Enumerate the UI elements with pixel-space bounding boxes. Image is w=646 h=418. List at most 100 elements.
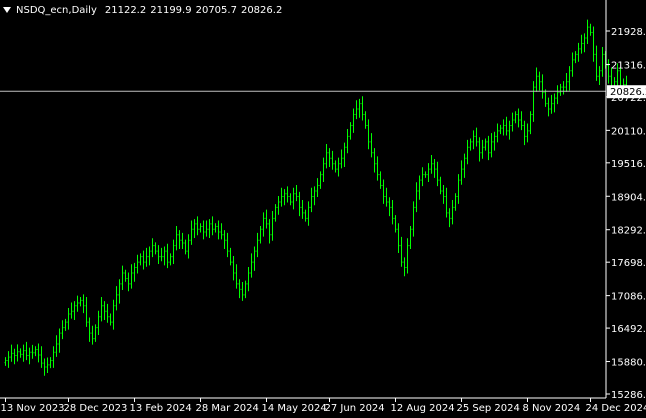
ohlc-bar bbox=[305, 210, 307, 222]
ohlc-bar bbox=[113, 300, 115, 330]
ohlc-bar bbox=[389, 197, 391, 216]
ohlc-bar bbox=[563, 81, 565, 94]
ohlc-bar bbox=[92, 326, 94, 345]
ohlc-bar bbox=[608, 59, 610, 83]
ohlc-bar bbox=[284, 189, 286, 205]
symbol-label: NSDQ_ecn,Daily bbox=[16, 5, 97, 16]
ohlc-bar bbox=[206, 221, 208, 237]
ohlc-bar bbox=[101, 297, 103, 321]
ohlc-bar bbox=[104, 301, 106, 320]
ohlc-bar bbox=[293, 188, 295, 210]
ohlc-bar bbox=[533, 81, 535, 122]
chart-header: NSDQ_ecn,Daily 21122.2 21199.9 20705.7 2… bbox=[3, 3, 286, 17]
ohlc-bar bbox=[509, 121, 511, 140]
ohlc-bar bbox=[200, 223, 202, 232]
ohlc-bar bbox=[167, 244, 169, 268]
ohlc-bar bbox=[230, 248, 232, 265]
ohlc-bar bbox=[323, 158, 325, 182]
ohlc-bar bbox=[431, 155, 433, 174]
ohlc-bar bbox=[554, 93, 556, 112]
ohlc-bar bbox=[122, 266, 124, 290]
ohlc-bar bbox=[41, 346, 43, 368]
ohlc-bar bbox=[227, 233, 229, 257]
price-tick-label: 17698.0 bbox=[611, 258, 646, 269]
ohlc-bar bbox=[428, 163, 430, 182]
ohlc-bar bbox=[74, 301, 76, 320]
ohlc-bar bbox=[407, 238, 409, 273]
ohlc-bar bbox=[62, 320, 64, 339]
ohlc-bar bbox=[146, 248, 148, 267]
ohlc-bar bbox=[50, 357, 52, 368]
ohlc-bar bbox=[341, 149, 343, 168]
ohlc-bar bbox=[494, 132, 496, 151]
ohlc-bar bbox=[47, 357, 49, 373]
ohlc-bar bbox=[53, 346, 55, 368]
ohlc-bar bbox=[80, 297, 82, 306]
ohlc-bar bbox=[467, 140, 469, 164]
ohlc-bar bbox=[164, 246, 166, 265]
ohlc-bar bbox=[455, 193, 457, 210]
ohlc-bar bbox=[590, 24, 592, 36]
ohlc-bar bbox=[368, 119, 370, 149]
ohlc-bar bbox=[383, 180, 385, 204]
ohlc-bar bbox=[497, 124, 499, 143]
ohlc-bar bbox=[38, 344, 40, 363]
ohlc-bar bbox=[257, 233, 259, 257]
current-price-label: 20826.2 bbox=[607, 85, 646, 98]
ohlc-bar bbox=[179, 230, 181, 249]
ohlc-bar bbox=[491, 133, 493, 157]
ohlc-bar bbox=[137, 255, 139, 274]
ohlc-bar bbox=[119, 279, 121, 303]
ohlc-bar bbox=[380, 171, 382, 188]
price-chart[interactable]: 21928.021316.020722.020110.019516.018904… bbox=[0, 0, 646, 414]
ohlc-bar bbox=[242, 282, 244, 301]
ohlc-bar bbox=[518, 108, 520, 127]
time-tick-label: 13 Nov 2023 bbox=[1, 403, 65, 414]
ohlc-bar bbox=[503, 119, 505, 135]
ohlc-bar bbox=[86, 297, 88, 327]
ohlc-bar bbox=[23, 345, 25, 362]
ohlc-bar bbox=[155, 242, 157, 254]
ohlc-bar bbox=[386, 188, 388, 207]
ohlc-bar bbox=[335, 160, 337, 172]
ohlc-bar bbox=[410, 226, 412, 249]
ohlc-bar bbox=[575, 51, 577, 63]
ohlc-bar bbox=[464, 154, 466, 178]
ohlc-bar bbox=[233, 256, 235, 280]
ohlc-bar bbox=[128, 272, 130, 291]
ohlc-bar bbox=[392, 200, 394, 224]
ohlc-bar bbox=[185, 240, 187, 255]
ohlc-bar bbox=[515, 111, 517, 123]
ohlc-bar bbox=[356, 100, 358, 119]
ohlc-bar bbox=[152, 238, 154, 257]
ohlc-bar bbox=[404, 257, 406, 276]
ohlc-bar bbox=[461, 160, 463, 184]
price-tick-label: 18292.0 bbox=[611, 226, 646, 237]
ohlc-bar bbox=[125, 270, 127, 282]
price-tick-label: 17086.0 bbox=[611, 292, 646, 303]
ohlc-bar bbox=[143, 251, 145, 270]
ohlc-bar bbox=[8, 351, 10, 368]
ohlc-bar bbox=[218, 221, 220, 240]
ohlc-bar bbox=[485, 139, 487, 151]
ohlc-bar bbox=[26, 342, 28, 360]
ohlc-bar bbox=[158, 245, 160, 264]
ohlc-bar bbox=[593, 27, 595, 62]
ohlc-bar bbox=[236, 264, 238, 288]
time-tick-label: 13 Feb 2024 bbox=[130, 403, 192, 414]
ohlc-bar bbox=[290, 193, 292, 205]
chart-canvas[interactable]: 21928.021316.020722.020110.019516.018904… bbox=[0, 0, 646, 414]
time-tick-label: 8 Nov 2024 bbox=[523, 403, 581, 414]
dropdown-triangle-icon[interactable] bbox=[3, 7, 11, 13]
ohlc-bar bbox=[440, 177, 442, 194]
ohlc-bar bbox=[98, 311, 100, 335]
ohlc-bar bbox=[500, 125, 502, 134]
ohlc-bar bbox=[260, 226, 262, 243]
ohlc-bar bbox=[488, 136, 490, 160]
ohlc-bar bbox=[83, 294, 85, 313]
ohlc-bar bbox=[245, 281, 247, 298]
ohlc-bar bbox=[449, 208, 451, 227]
ohlc-bar bbox=[359, 99, 361, 118]
ohlc-bar bbox=[209, 219, 211, 238]
price-tick-label: 15286.0 bbox=[611, 390, 646, 401]
